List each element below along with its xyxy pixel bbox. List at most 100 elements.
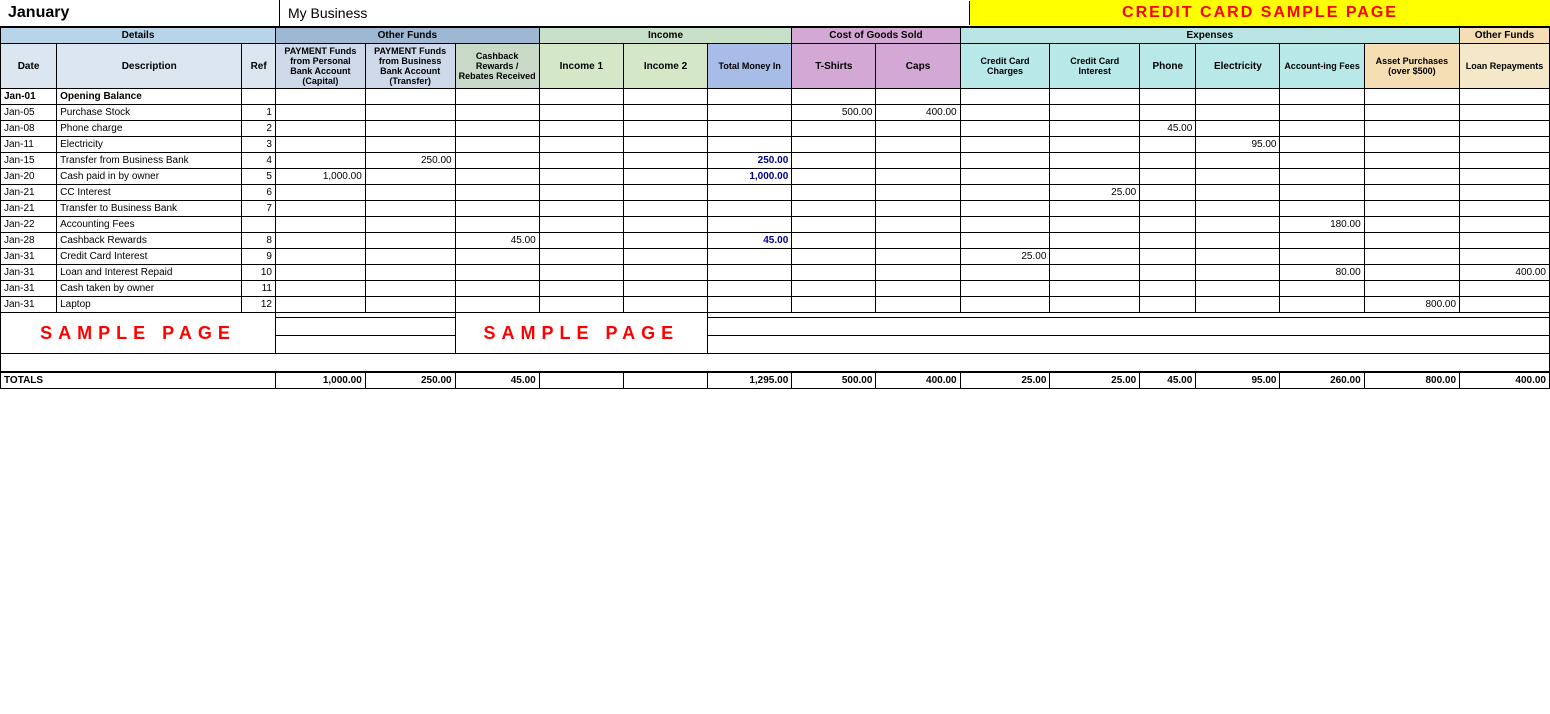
blank-separator-row [1,354,1550,372]
cell-pay-personal [275,217,365,233]
cell-phone [1140,137,1196,153]
cell-cc-charges [960,185,1050,201]
cell-cc-charges [960,153,1050,169]
cell-cc-interest [1050,217,1140,233]
cell-total [708,217,792,233]
spreadsheet-container: January My Business CREDIT CARD SAMPLE P… [0,0,1550,389]
cell-total [708,185,792,201]
table-row: Jan-22 Accounting Fees 180.00 [1,217,1550,233]
cell-phone [1140,297,1196,313]
cell-inc2 [623,217,707,233]
cell-phone: 45.00 [1140,121,1196,137]
cell-pay-business [365,249,455,265]
cell-ref: 3 [242,137,276,153]
cell-cc-interest: 25.00 [1050,185,1140,201]
cell-ref: 4 [242,153,276,169]
cell-tshirts [792,137,876,153]
totals-inc1 [539,372,623,389]
cell-cc-interest [1050,137,1140,153]
cell-total: 45.00 [708,233,792,249]
cell-asset [1364,169,1459,185]
cell-caps [876,153,960,169]
cell-desc: Transfer from Business Bank [57,153,242,169]
cell-date: Jan-31 [1,297,57,313]
cell-phone [1140,281,1196,297]
cell-total [708,137,792,153]
cell-caps [876,121,960,137]
cell-accounting [1280,105,1364,121]
cell-accounting [1280,233,1364,249]
cell-tshirts [792,121,876,137]
cell-pay-personal [275,201,365,217]
section-expenses: Expenses [960,28,1459,44]
cell-loan [1460,169,1550,185]
cell-accounting [1280,89,1364,105]
cell-tshirts [792,185,876,201]
cell-total: 1,000.00 [708,169,792,185]
section-other-funds: Other Funds [275,28,539,44]
cell-asset [1364,105,1459,121]
cell-inc2 [623,137,707,153]
cell-cc-charges [960,201,1050,217]
cell-accounting [1280,185,1364,201]
cell-inc1 [539,153,623,169]
cell-pay-business [365,105,455,121]
cell-ref: 10 [242,265,276,281]
cell-accounting: 180.00 [1280,217,1364,233]
cell-loan: 400.00 [1460,265,1550,281]
cell-desc: Cash paid in by owner [57,169,242,185]
cell-phone [1140,169,1196,185]
cell-tshirts [792,201,876,217]
cell-cc-interest [1050,297,1140,313]
totals-cashback: 45.00 [455,372,539,389]
cell-pay-personal [275,297,365,313]
cell-desc: Credit Card Interest [57,249,242,265]
col-header-cc-charges: Credit Card Charges [960,44,1050,89]
cell-pay-personal [275,105,365,121]
cell-accounting [1280,201,1364,217]
cell-tshirts: 500.00 [792,105,876,121]
cell-cashback [455,137,539,153]
col-header-electricity: Electricity [1196,44,1280,89]
cell-inc1 [539,185,623,201]
cell-caps [876,249,960,265]
totals-tshirts: 500.00 [792,372,876,389]
cell-cashback [455,249,539,265]
table-row: Jan-28 Cashback Rewards 8 45.00 45.00 [1,233,1550,249]
main-table: Details Other Funds Income Cost of Goods… [0,27,1550,389]
cell-inc2 [623,297,707,313]
cell-electricity [1196,217,1280,233]
cell-accounting [1280,281,1364,297]
cell-electricity [1196,249,1280,265]
cell-asset [1364,153,1459,169]
cell-pay-business [365,297,455,313]
cell-phone [1140,201,1196,217]
cell-accounting [1280,153,1364,169]
cell-pay-personal: 1,000.00 [275,169,365,185]
totals-row: TOTALS 1,000.00 250.00 45.00 1,295.00 50… [1,372,1550,389]
cell-phone [1140,233,1196,249]
cell-loan [1460,233,1550,249]
cell-accounting [1280,121,1364,137]
cell-tshirts [792,281,876,297]
totals-loan: 400.00 [1460,372,1550,389]
cell-cc-charges [960,217,1050,233]
cell-loan [1460,297,1550,313]
col-header-cc-interest: Credit Card Interest [1050,44,1140,89]
cell-pay-personal [275,89,365,105]
table-row: Jan-31 Laptop 12 800.00 [1,297,1550,313]
cell-ref: 8 [242,233,276,249]
section-income: Income [539,28,792,44]
totals-caps: 400.00 [876,372,960,389]
cell-cc-interest [1050,105,1140,121]
cell-loan [1460,249,1550,265]
table-row: Jan-31 Cash taken by owner 11 [1,281,1550,297]
cell-asset [1364,217,1459,233]
cell-total [708,249,792,265]
cell-tshirts [792,89,876,105]
cell-date: Jan-22 [1,217,57,233]
cell-caps [876,297,960,313]
cell-cashback [455,265,539,281]
cell-inc2 [623,249,707,265]
cell-tshirts [792,169,876,185]
